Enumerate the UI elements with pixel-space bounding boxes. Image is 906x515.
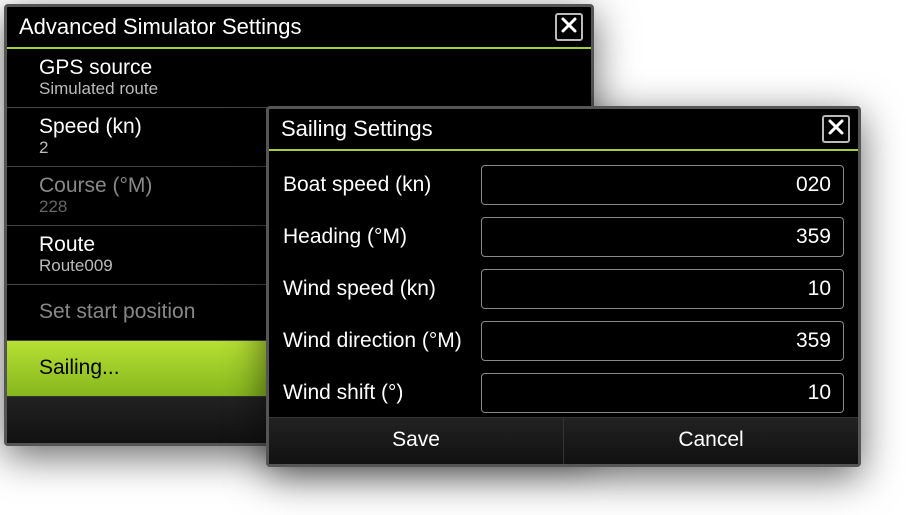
row-value: Simulated route <box>39 80 579 99</box>
form-row-boat-speed-kn: Boat speed (kn) 020 <box>283 165 844 205</box>
wind-shift-input[interactable]: 10 <box>481 373 844 413</box>
form-row-heading-m: Heading (°M) 359 <box>283 217 844 257</box>
field-label: Wind direction (°M) <box>283 329 473 353</box>
close-icon <box>560 16 578 39</box>
close-button[interactable] <box>822 115 850 143</box>
settings-row-gps-source[interactable]: GPS sourceSimulated route <box>7 49 591 108</box>
field-label: Wind speed (kn) <box>283 277 473 301</box>
titlebar: Advanced Simulator Settings <box>7 7 591 49</box>
form-row-wind-direction-m: Wind direction (°M) 359 <box>283 321 844 361</box>
wind-direction-m-input[interactable]: 359 <box>481 321 844 361</box>
boat-speed-kn-input[interactable]: 020 <box>481 165 844 205</box>
wind-speed-kn-input[interactable]: 10 <box>481 269 844 309</box>
cancel-button[interactable]: Cancel <box>564 418 858 464</box>
titlebar: Sailing Settings <box>269 109 858 151</box>
sailing-form: Boat speed (kn) 020 Heading (°M) 359 Wind sp… <box>269 151 858 417</box>
dialog-title: Advanced Simulator Settings <box>19 14 302 40</box>
close-icon <box>827 118 845 141</box>
dialog-footer: Save Cancel <box>269 417 858 464</box>
save-button[interactable]: Save <box>269 418 564 464</box>
field-label: Boat speed (kn) <box>283 173 473 197</box>
form-row-wind-speed-kn: Wind speed (kn) 10 <box>283 269 844 309</box>
dialog-title: Sailing Settings <box>281 116 433 142</box>
field-label: Wind shift (°) <box>283 381 473 405</box>
close-button[interactable] <box>555 13 583 41</box>
form-row-wind-shift: Wind shift (°) 10 <box>283 373 844 413</box>
field-label: Heading (°M) <box>283 225 473 249</box>
heading-m-input[interactable]: 359 <box>481 217 844 257</box>
row-label: GPS source <box>39 55 579 80</box>
sailing-settings-dialog: Sailing Settings Boat speed (kn) 020 Headi… <box>266 106 861 467</box>
